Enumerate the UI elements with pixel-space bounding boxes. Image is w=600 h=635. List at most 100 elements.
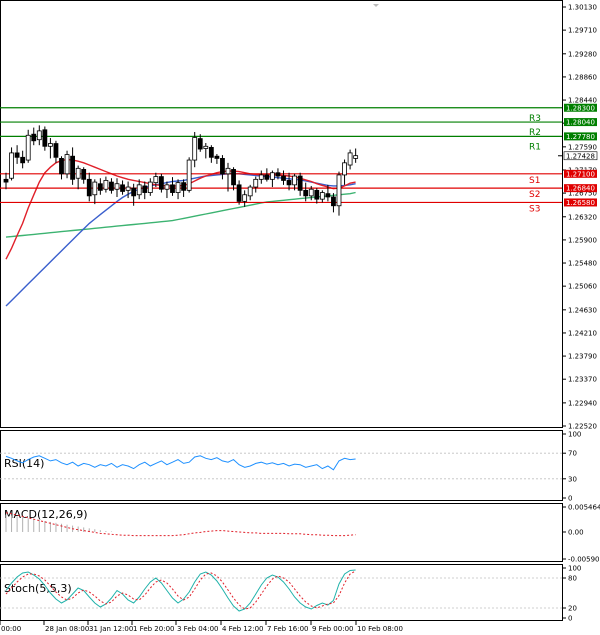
candle-body [153, 176, 159, 184]
candle-body [97, 183, 103, 191]
level-price-label: 1.26580 [566, 199, 595, 207]
candle-body [269, 172, 275, 180]
time-tick-label: 00:00 [1, 625, 21, 633]
price-tick-label: 1.24210 [568, 329, 597, 337]
stoch-tick-label: 80 [568, 575, 577, 583]
rsi-tick-label: 0 [568, 495, 572, 503]
candle-body [53, 143, 59, 158]
candle-body [103, 180, 109, 190]
stoch-tick-label: 100 [568, 565, 581, 573]
candle-body [297, 175, 303, 191]
candle-body [303, 189, 309, 197]
candle-body [342, 162, 347, 176]
rsi-title: RSI(14) [4, 457, 44, 470]
macd-tick-label: 0.005464 [568, 504, 600, 512]
price-tick-label: 1.25480 [568, 260, 597, 268]
candle-body [125, 186, 131, 191]
price-tick-label: 1.25060 [568, 283, 597, 291]
candle-body [181, 182, 187, 191]
time-tick-label: 1 Feb 20:00 [133, 625, 174, 633]
candle-body [225, 167, 231, 175]
candle-body [319, 192, 325, 200]
candle-body [353, 155, 359, 159]
price-tick-label: 1.30130 [568, 4, 597, 12]
stoch-tick-label: 20 [568, 605, 577, 613]
level-name-r1: R1 [529, 142, 541, 152]
macd-tick-label: 0.00 [568, 528, 584, 536]
level-price-label: 1.28300 [566, 104, 595, 112]
candle-body [220, 158, 225, 175]
candle-body [42, 129, 48, 147]
time-tick-label: 9 Feb 00:00 [312, 625, 353, 633]
candle-body [14, 152, 20, 158]
candle-body [75, 167, 81, 179]
trading-chart: 1.301301.297101.292801.288601.284401.280… [0, 0, 600, 635]
time-tick-label: 28 Jan 08:00 [45, 625, 89, 633]
candle-body [147, 181, 153, 193]
candle-body [70, 155, 75, 180]
candle-body [325, 193, 331, 198]
price-tick-label: 1.22940 [568, 399, 597, 407]
candle-body [25, 134, 31, 161]
candle-body [214, 155, 220, 159]
candle-body [197, 138, 203, 150]
macd-tick-label: -0.005908 [568, 556, 600, 564]
rsi-tick-label: 70 [568, 450, 577, 458]
level-price-label: 1.27100 [566, 170, 595, 178]
rsi-tick-label: 30 [568, 475, 577, 483]
candle-body [81, 169, 87, 180]
time-tick-label: 31 Jan 12:00 [89, 625, 133, 633]
time-tick-label: 4 Feb 12:00 [222, 625, 263, 633]
candle-body [9, 152, 14, 179]
level-name-s3: S3 [529, 204, 540, 214]
candle-body [247, 186, 253, 197]
candle-body [3, 178, 9, 183]
candle-body [158, 176, 164, 190]
candle-body [109, 181, 114, 191]
price-tick-label: 1.24630 [568, 306, 597, 314]
level-price-label: 1.27780 [566, 133, 595, 141]
candle-body [203, 145, 209, 149]
candle-body [292, 175, 298, 186]
candle-body [186, 159, 192, 191]
candle-body [258, 174, 264, 180]
price-tick-label: 1.23370 [568, 376, 597, 384]
candle-body [286, 180, 292, 186]
candle-body [231, 169, 236, 186]
candle-body [236, 184, 242, 202]
candle-body [170, 184, 175, 193]
rsi-tick-label: 100 [568, 431, 581, 439]
stoch-title: Stoch(5,5,3) [4, 582, 72, 595]
candle-body [347, 152, 353, 166]
candle-body [136, 184, 142, 196]
candle-body [59, 158, 64, 175]
candle-body [114, 183, 120, 190]
macd-title: MACD(12,26,9) [4, 508, 88, 521]
candle-body [120, 184, 125, 192]
candle-body [92, 181, 98, 196]
price-tick-label: 1.25900 [568, 236, 597, 244]
candle-body [20, 156, 26, 164]
candle-body [64, 154, 70, 175]
candle-body [336, 174, 342, 207]
candle-body [142, 185, 148, 193]
price-tick-label: 1.22520 [568, 423, 597, 431]
level-name-s1: S1 [529, 176, 540, 186]
level-name-s2: S2 [529, 190, 540, 200]
candle-body [308, 188, 314, 197]
candle-body [131, 187, 137, 197]
candle-body [314, 189, 320, 200]
price-tick-label: 1.29710 [568, 27, 597, 35]
price-tick-label: 1.28860 [568, 73, 597, 81]
candle-body [208, 147, 214, 158]
price-tick-label: 1.29280 [568, 50, 597, 58]
price-tick-label: 1.26320 [568, 213, 597, 221]
candle-body [31, 133, 37, 142]
stoch-tick-label: 0 [568, 615, 572, 623]
candle-body [242, 194, 248, 202]
current-price-label: 1.27428 [566, 152, 595, 160]
candle-body [192, 137, 198, 161]
candle-body [275, 172, 281, 177]
price-tick-label: 1.23790 [568, 353, 597, 361]
chart-background [0, 0, 600, 635]
